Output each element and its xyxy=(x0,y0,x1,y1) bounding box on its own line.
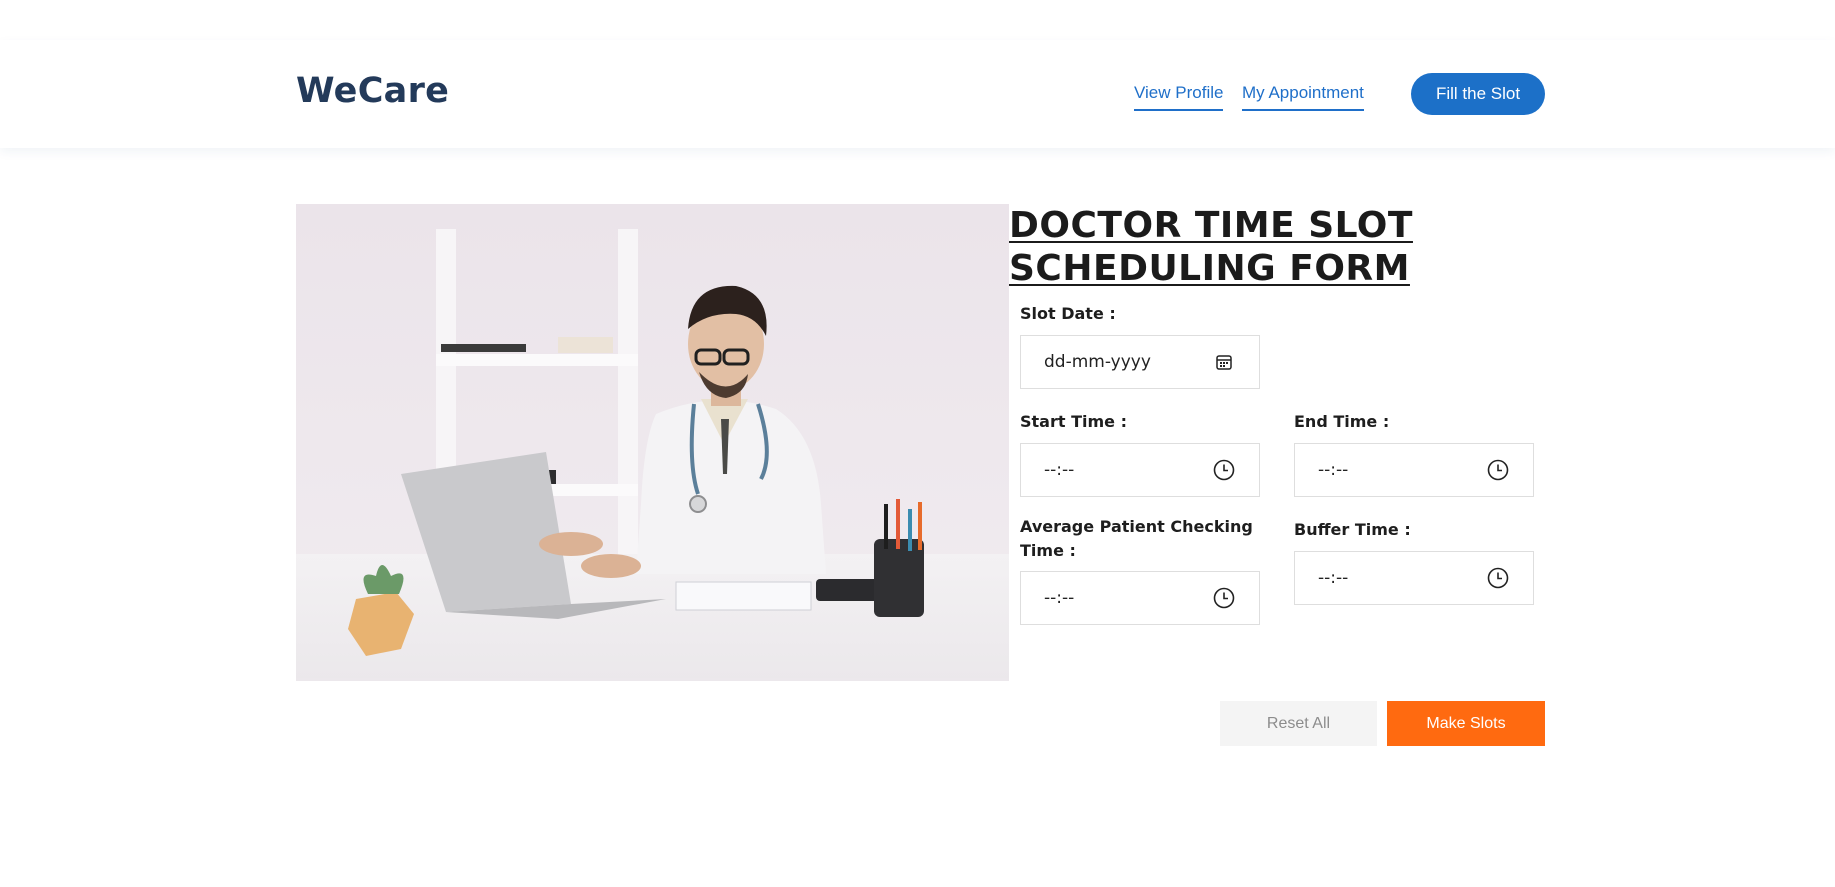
form-title: DOCTOR TIME SLOT SCHEDULING FORM xyxy=(1009,205,1413,289)
avg-checking-time-label: Average Patient Checking Time : xyxy=(1020,517,1253,560)
buffer-time-input[interactable]: --:-- xyxy=(1294,551,1534,605)
avg-checking-time-value: --:-- xyxy=(1044,588,1075,608)
start-time-value: --:-- xyxy=(1044,460,1075,480)
doctor-at-laptop-photo xyxy=(296,204,1009,678)
avg-checking-time-input[interactable]: --:-- xyxy=(1020,571,1260,625)
slot-date-input[interactable]: dd-mm-yyyy xyxy=(1020,335,1260,389)
end-time-label: End Time : xyxy=(1294,412,1390,431)
fill-the-slot-button[interactable]: Fill the Slot xyxy=(1411,73,1545,115)
buffer-time-value: --:-- xyxy=(1318,568,1349,588)
reset-all-button[interactable]: Reset All xyxy=(1220,701,1377,746)
buffer-time-label: Buffer Time : xyxy=(1294,520,1411,539)
nav-view-profile[interactable]: View Profile xyxy=(1134,83,1224,111)
end-time-value: --:-- xyxy=(1318,460,1349,480)
nav-my-appointment[interactable]: My Appointment xyxy=(1242,83,1364,111)
slot-date-value: dd-mm-yyyy xyxy=(1044,352,1151,372)
doctor-photo xyxy=(296,204,1009,681)
end-time-input[interactable]: --:-- xyxy=(1294,443,1534,497)
site-header: WeCare View Profile My Appointment Fill … xyxy=(0,40,1835,148)
start-time-label: Start Time : xyxy=(1020,412,1127,431)
clock-icon[interactable] xyxy=(1213,459,1235,481)
clock-icon[interactable] xyxy=(1213,587,1235,609)
clock-icon[interactable] xyxy=(1487,459,1509,481)
make-slots-button[interactable]: Make Slots xyxy=(1387,701,1545,746)
clock-icon[interactable] xyxy=(1487,567,1509,589)
slot-date-label: Slot Date : xyxy=(1020,304,1116,323)
start-time-input[interactable]: --:-- xyxy=(1020,443,1260,497)
wecare-logo[interactable]: WeCare xyxy=(296,71,449,111)
calendar-icon[interactable] xyxy=(1213,351,1235,373)
